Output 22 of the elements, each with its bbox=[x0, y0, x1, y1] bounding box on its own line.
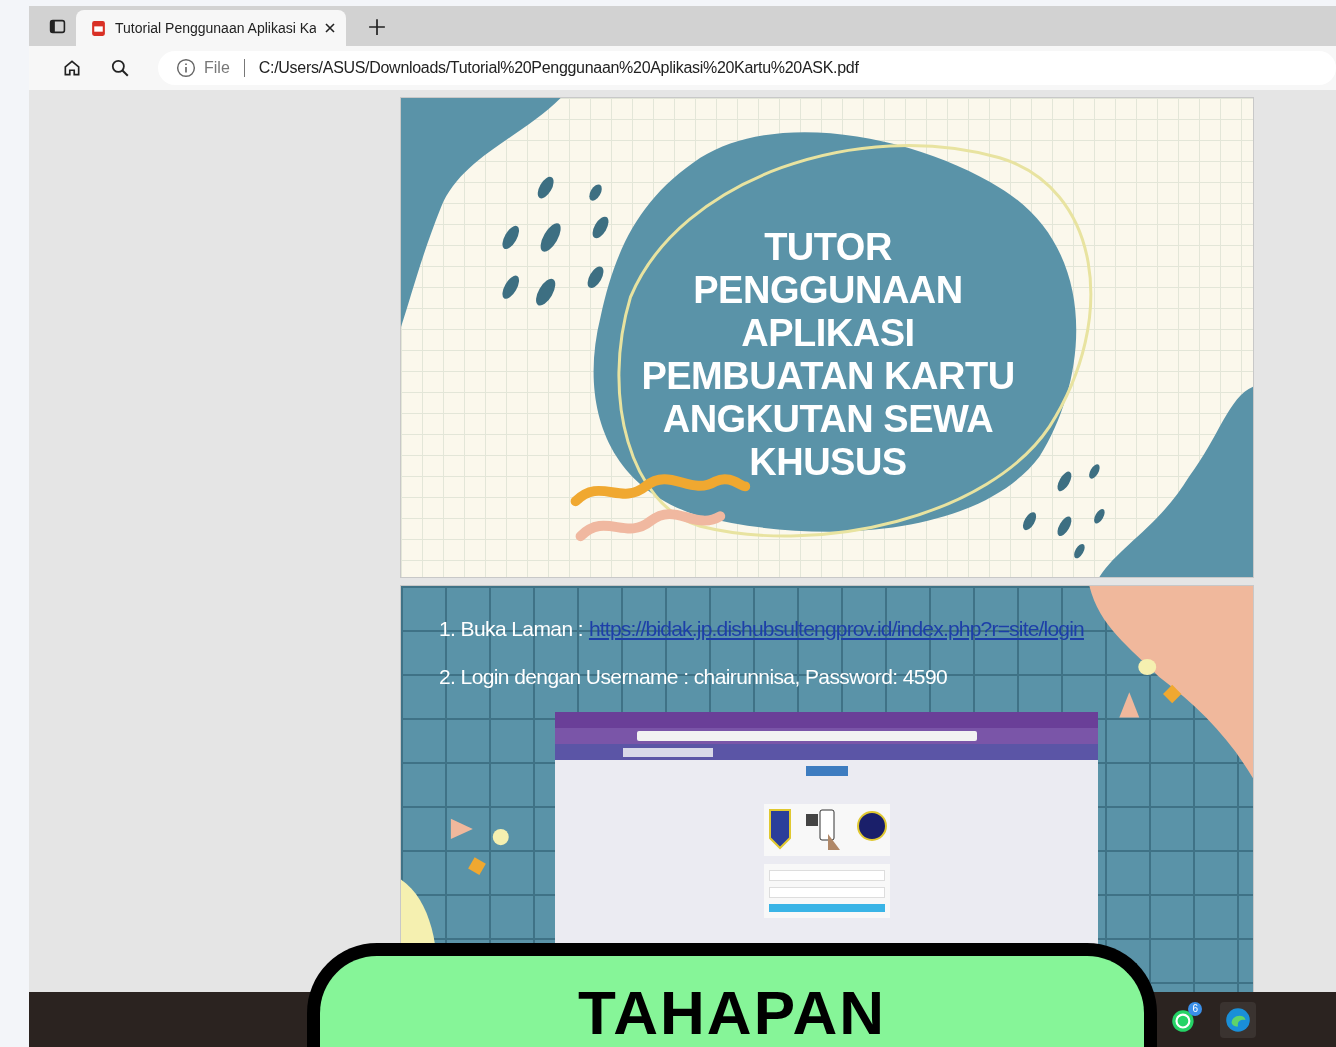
info-icon bbox=[176, 58, 196, 78]
slide-title: PEMBUATAN KARTU bbox=[641, 355, 1015, 398]
search-icon[interactable] bbox=[110, 58, 130, 78]
home-icon[interactable] bbox=[62, 58, 82, 78]
address-field[interactable]: File C:/Users/ASUS/Downloads/Tutorial%20Penggunaan%20Aplikasi%20Kartu%20ASK.pdf bbox=[158, 51, 1336, 85]
slide-title: ANGKUTAN SEWA bbox=[662, 398, 994, 441]
notification-badge: 6 bbox=[1188, 1001, 1202, 1016]
slide-title: TUTOR bbox=[764, 226, 892, 269]
taskbar-button[interactable] bbox=[1220, 1001, 1256, 1038]
slide-title: PENGGUNAAN bbox=[693, 269, 963, 312]
tab-actions-icon[interactable] bbox=[49, 18, 66, 35]
file-label: File bbox=[204, 59, 230, 77]
slide-title: KHUSUS bbox=[749, 441, 907, 484]
browser-tab[interactable]: Tutorial Penggunaan Aplikasi Ka bbox=[76, 10, 346, 46]
new-tab-icon[interactable] bbox=[368, 18, 386, 36]
step-text: 1. Buka Laman : bbox=[439, 616, 583, 642]
pdf-file-icon bbox=[90, 19, 107, 37]
step-text: 2. Login dengan Username : chairunnisa, Password: 4590 bbox=[439, 664, 948, 690]
close-icon[interactable] bbox=[324, 22, 336, 34]
url-text: C:/Users/ASUS/Downloads/Tutorial%20Penggunaan%20Aplikasi%20Kartu%20ASK.pdf bbox=[258, 59, 859, 77]
banner-title: TAHAPAN bbox=[578, 982, 886, 1044]
slide-title: APLIKASI bbox=[741, 312, 915, 355]
